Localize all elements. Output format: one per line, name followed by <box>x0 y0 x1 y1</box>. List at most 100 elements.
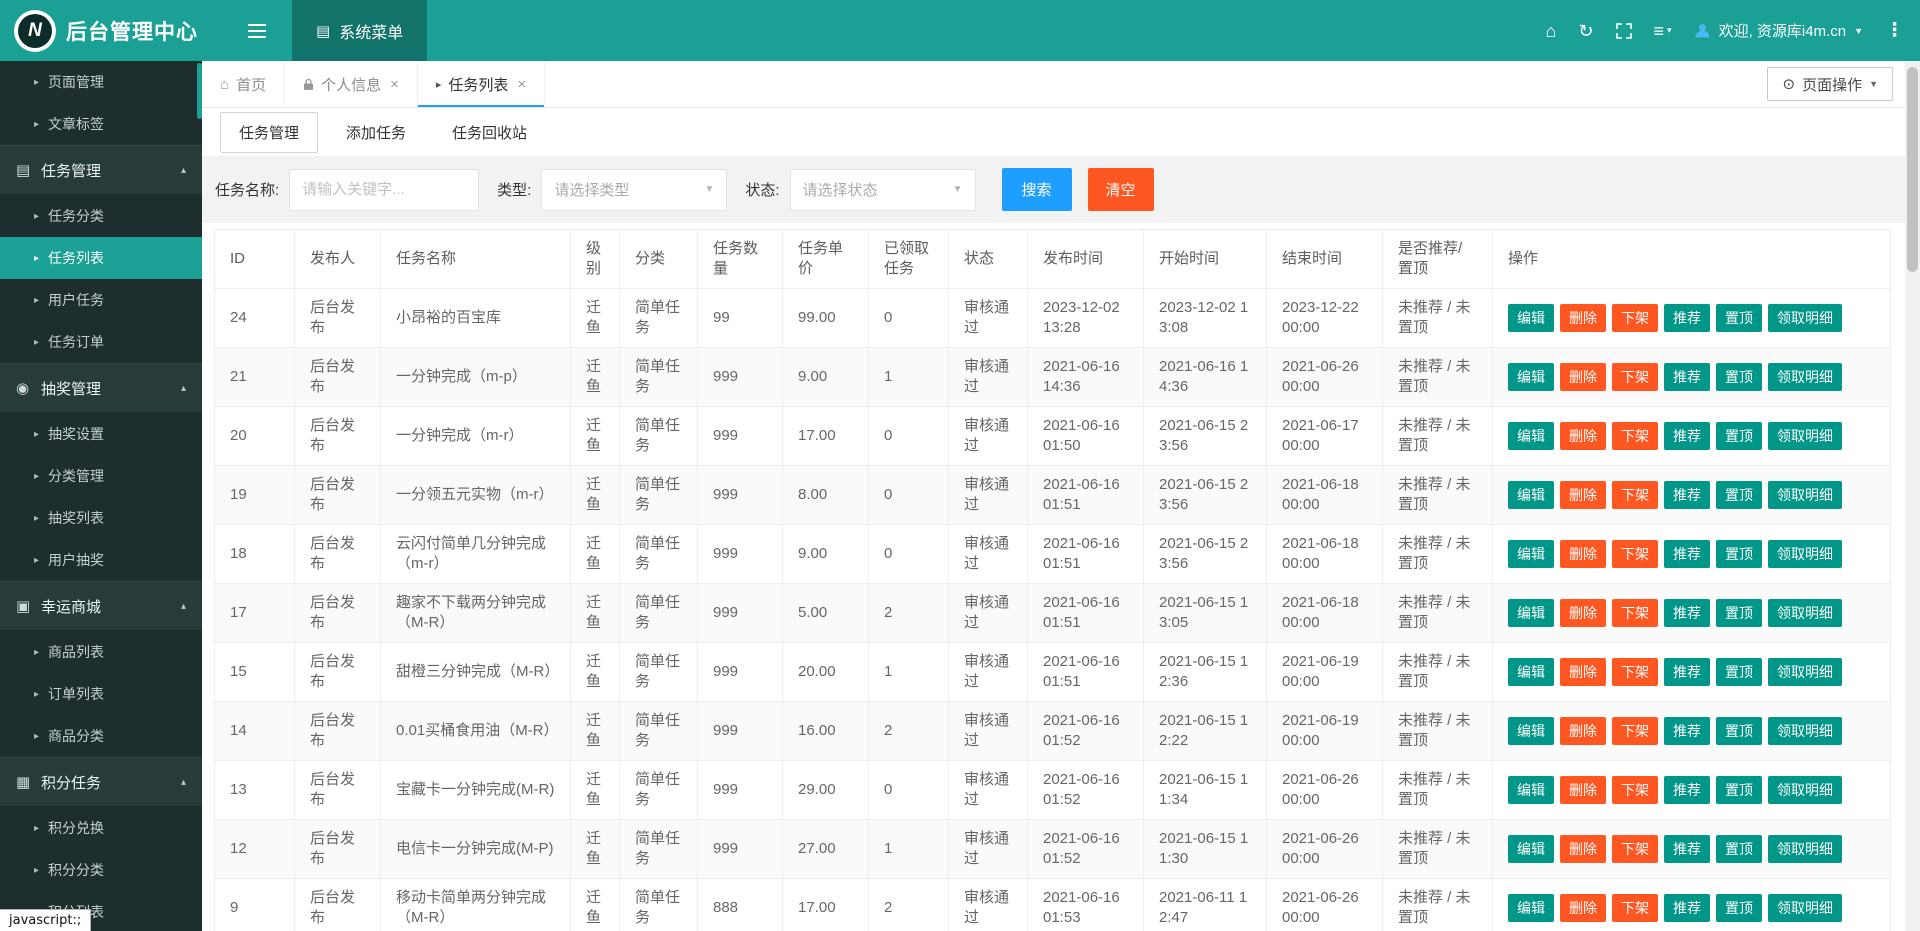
claim-detail-button[interactable]: 领取明细 <box>1768 540 1842 568</box>
claim-detail-button[interactable]: 领取明细 <box>1768 658 1842 686</box>
recommend-button[interactable]: 推荐 <box>1664 776 1710 804</box>
delete-button[interactable]: 删除 <box>1560 481 1606 509</box>
breadcrumb-tab-profile[interactable]: 个人信息× <box>285 61 418 107</box>
sidebar-item-lottery-settings[interactable]: ▸抽奖设置 <box>0 413 202 455</box>
edit-button[interactable]: 编辑 <box>1508 658 1554 686</box>
delete-button[interactable]: 删除 <box>1560 658 1606 686</box>
content-tab-add-task[interactable]: 添加任务 <box>328 113 424 152</box>
breadcrumb-tab-home[interactable]: ⌂首页 <box>202 61 285 107</box>
recommend-button[interactable]: 推荐 <box>1664 658 1710 686</box>
sidebar-item-order-list[interactable]: ▸订单列表 <box>0 673 202 715</box>
search-button[interactable]: 搜索 <box>1002 168 1072 211</box>
claim-detail-button[interactable]: 领取明细 <box>1768 422 1842 450</box>
delete-button[interactable]: 删除 <box>1560 894 1606 922</box>
claim-detail-button[interactable]: 领取明细 <box>1768 481 1842 509</box>
offline-button[interactable]: 下架 <box>1612 422 1658 450</box>
page-ops-button[interactable]: ⊙ 页面操作 ▼ <box>1767 67 1893 101</box>
sidebar-item-task-manage[interactable]: ▤任务管理▴ <box>0 145 202 195</box>
delete-button[interactable]: 删除 <box>1560 540 1606 568</box>
system-menu-tab[interactable]: ▤ 系统菜单 <box>292 0 427 61</box>
sidebar-item-task-list[interactable]: ▸任务列表 <box>0 237 202 279</box>
offline-button[interactable]: 下架 <box>1612 835 1658 863</box>
sidebar-item-article-tags[interactable]: ▸文章标签 <box>0 103 202 145</box>
edit-button[interactable]: 编辑 <box>1508 481 1554 509</box>
sidebar-item-points-exchange[interactable]: ▸积分兑换 <box>0 807 202 849</box>
sidebar-item-task-orders[interactable]: ▸任务订单 <box>0 321 202 363</box>
sidebar-item-user-tasks[interactable]: ▸用户任务 <box>0 279 202 321</box>
delete-button[interactable]: 删除 <box>1560 835 1606 863</box>
pin-button[interactable]: 置顶 <box>1716 658 1762 686</box>
delete-button[interactable]: 删除 <box>1560 304 1606 332</box>
more-vertical-icon[interactable]: ⋮ <box>1885 21 1904 40</box>
close-icon[interactable]: × <box>517 76 526 93</box>
sidebar-item-points-task[interactable]: ▦积分任务▴ <box>0 757 202 807</box>
recommend-button[interactable]: 推荐 <box>1664 481 1710 509</box>
sidebar-scrollbar-thumb[interactable] <box>197 63 202 119</box>
offline-button[interactable]: 下架 <box>1612 717 1658 745</box>
fullscreen-icon[interactable] <box>1616 23 1632 39</box>
sidebar-item-task-category[interactable]: ▸任务分类 <box>0 195 202 237</box>
recommend-button[interactable]: 推荐 <box>1664 304 1710 332</box>
recommend-button[interactable]: 推荐 <box>1664 835 1710 863</box>
edit-button[interactable]: 编辑 <box>1508 363 1554 391</box>
content-tab-task-manage[interactable]: 任务管理 <box>220 112 318 153</box>
sidebar-item-category-manage[interactable]: ▸分类管理 <box>0 455 202 497</box>
offline-button[interactable]: 下架 <box>1612 776 1658 804</box>
sidebar-item-lottery-manage[interactable]: ◉抽奖管理▴ <box>0 363 202 413</box>
status-select[interactable]: 请选择状态 ▼ <box>790 169 976 211</box>
pin-button[interactable]: 置顶 <box>1716 717 1762 745</box>
sidebar-item-lottery-list[interactable]: ▸抽奖列表 <box>0 497 202 539</box>
pin-button[interactable]: 置顶 <box>1716 599 1762 627</box>
sidebar-item-lucky-mall[interactable]: ▣幸运商城▴ <box>0 581 202 631</box>
recommend-button[interactable]: 推荐 <box>1664 363 1710 391</box>
delete-button[interactable]: 删除 <box>1560 363 1606 391</box>
edit-button[interactable]: 编辑 <box>1508 835 1554 863</box>
claim-detail-button[interactable]: 领取明细 <box>1768 776 1842 804</box>
claim-detail-button[interactable]: 领取明细 <box>1768 894 1842 922</box>
edit-button[interactable]: 编辑 <box>1508 540 1554 568</box>
sidebar-item-goods-category[interactable]: ▸商品分类 <box>0 715 202 757</box>
close-icon[interactable]: × <box>390 76 399 93</box>
page-scrollbar[interactable] <box>1905 61 1920 931</box>
recommend-button[interactable]: 推荐 <box>1664 422 1710 450</box>
pin-button[interactable]: 置顶 <box>1716 363 1762 391</box>
pin-button[interactable]: 置顶 <box>1716 481 1762 509</box>
offline-button[interactable]: 下架 <box>1612 658 1658 686</box>
sidebar-item-goods-list[interactable]: ▸商品列表 <box>0 631 202 673</box>
delete-button[interactable]: 删除 <box>1560 422 1606 450</box>
pin-button[interactable]: 置顶 <box>1716 894 1762 922</box>
scrollbar-thumb[interactable] <box>1907 67 1918 272</box>
type-select[interactable]: 请选择类型 ▼ <box>541 169 727 211</box>
pin-button[interactable]: 置顶 <box>1716 835 1762 863</box>
offline-button[interactable]: 下架 <box>1612 894 1658 922</box>
task-name-input[interactable] <box>289 169 479 211</box>
pin-button[interactable]: 置顶 <box>1716 422 1762 450</box>
recommend-button[interactable]: 推荐 <box>1664 717 1710 745</box>
sidebar-item-points-category[interactable]: ▸积分分类 <box>0 849 202 891</box>
recommend-button[interactable]: 推荐 <box>1664 540 1710 568</box>
edit-button[interactable]: 编辑 <box>1508 304 1554 332</box>
delete-button[interactable]: 删除 <box>1560 717 1606 745</box>
sidebar-item-page-manage[interactable]: ▸页面管理 <box>0 61 202 103</box>
breadcrumb-tab-task-list[interactable]: ▸任务列表× <box>418 61 545 107</box>
delete-button[interactable]: 删除 <box>1560 776 1606 804</box>
clear-button[interactable]: 清空 <box>1088 168 1154 211</box>
edit-button[interactable]: 编辑 <box>1508 599 1554 627</box>
offline-button[interactable]: 下架 <box>1612 540 1658 568</box>
claim-detail-button[interactable]: 领取明细 <box>1768 599 1842 627</box>
edit-button[interactable]: 编辑 <box>1508 894 1554 922</box>
recommend-button[interactable]: 推荐 <box>1664 894 1710 922</box>
offline-button[interactable]: 下架 <box>1612 363 1658 391</box>
home-icon[interactable]: ⌂ <box>1546 22 1557 40</box>
offline-button[interactable]: 下架 <box>1612 481 1658 509</box>
edit-button[interactable]: 编辑 <box>1508 717 1554 745</box>
delete-button[interactable]: 删除 <box>1560 599 1606 627</box>
claim-detail-button[interactable]: 领取明细 <box>1768 304 1842 332</box>
user-menu[interactable]: 欢迎, 资源库i4m.cn ▼ <box>1694 20 1863 41</box>
offline-button[interactable]: 下架 <box>1612 304 1658 332</box>
collapse-sidebar-icon[interactable] <box>236 0 278 61</box>
offline-button[interactable]: 下架 <box>1612 599 1658 627</box>
content-tab-task-recycle[interactable]: 任务回收站 <box>434 113 545 152</box>
refresh-icon[interactable]: ↻ <box>1578 22 1593 40</box>
edit-button[interactable]: 编辑 <box>1508 776 1554 804</box>
